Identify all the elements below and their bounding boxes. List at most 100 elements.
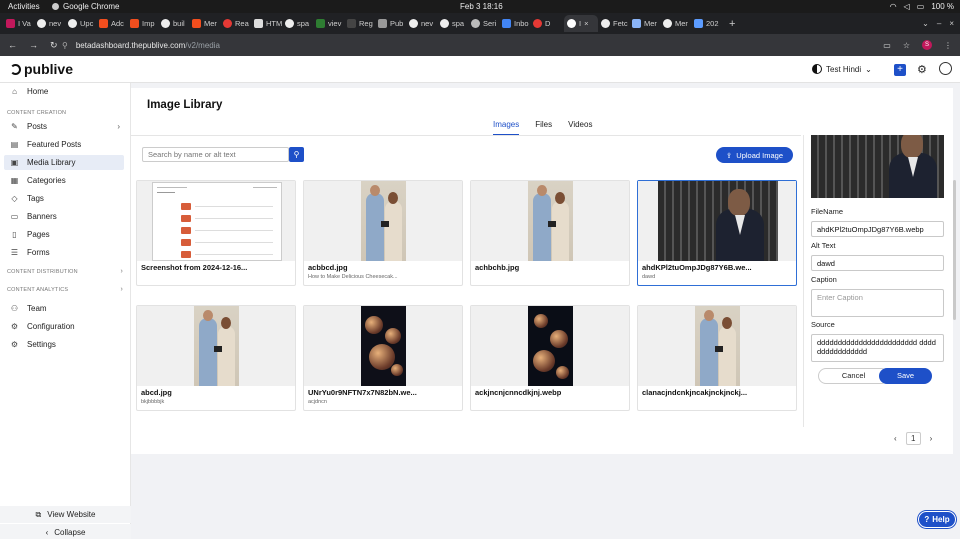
tab-label: Mer <box>204 19 217 28</box>
workspace-selector[interactable]: Test Hindi ⌄ <box>812 64 872 74</box>
clock[interactable]: Feb 3 18:16 <box>460 2 503 11</box>
active-app[interactable]: Google Chrome <box>52 2 119 11</box>
media-card[interactable]: clanacjndcnkjncakjnckjnckj... <box>637 305 797 411</box>
new-tab-button[interactable]: + <box>729 18 735 30</box>
browser-tab[interactable]: Mer <box>632 15 660 32</box>
browser-tab[interactable]: nev <box>409 15 437 32</box>
reload-icon[interactable]: ↻ <box>50 40 58 51</box>
help-button[interactable]: ? Help <box>918 511 956 528</box>
sidebar-item-posts[interactable]: ✎ Posts › <box>4 119 124 134</box>
sidebar-item-forms[interactable]: ☰ Forms <box>4 245 124 260</box>
menu-dots-icon[interactable]: ⋮ <box>944 41 952 50</box>
sidebar-item-media-library[interactable]: ▣ Media Library <box>4 155 124 170</box>
page-number[interactable]: 1 <box>905 432 921 445</box>
search-button[interactable]: ⚲ <box>289 147 304 162</box>
sidebar-item-pages[interactable]: ▯ Pages <box>4 227 124 242</box>
browser-tab-active[interactable]: I × <box>564 15 598 32</box>
browser-tab[interactable]: Rea <box>223 15 251 32</box>
sidebar-item-featured-posts[interactable]: ▤ Featured Posts <box>4 137 124 152</box>
site-info-icon[interactable]: ⚲ <box>62 41 68 50</box>
browser-tab[interactable]: I Va <box>6 15 34 32</box>
section-content-distribution[interactable]: CONTENT DISTRIBUTION › <box>7 268 125 275</box>
cast-icon[interactable]: ▭ <box>883 41 891 50</box>
browser-tab[interactable]: 202 <box>694 15 722 32</box>
forward-icon[interactable]: → <box>29 40 38 51</box>
sidebar-item-home[interactable]: ⌂ Home <box>4 84 124 99</box>
browser-tab[interactable]: Upc <box>68 15 96 32</box>
media-card[interactable]: abcd.jpg bkjbbbbjk <box>136 305 296 411</box>
browser-tab-strip: I Va nev Upc Adc Imp buil Mer Rea HTM sp… <box>0 13 960 34</box>
figma-icon <box>192 19 201 28</box>
media-card[interactable]: Screenshot from 2024-12-16... <box>136 180 296 286</box>
filename-field[interactable]: ahdKPl2tuOmpJDg87Y6B.webp <box>811 221 944 237</box>
tab-search-icon[interactable]: ⌄ <box>922 19 929 28</box>
caption-field[interactable]: Enter Caption <box>811 289 944 317</box>
url-field[interactable]: betadashboard.thepublive.com/v2/media <box>76 41 220 50</box>
section-content-analytics[interactable]: CONTENT ANALYTICS › <box>7 286 125 293</box>
media-card[interactable]: achbchb.jpg <box>470 180 630 286</box>
media-alt-text: acjdncn <box>308 399 327 405</box>
bookmark-star-icon[interactable]: ☆ <box>903 41 910 50</box>
browser-tab[interactable]: Reg <box>347 15 375 32</box>
media-tabs: Images Files Videos <box>493 120 592 136</box>
tab-favicon-icon <box>254 19 263 28</box>
source-field[interactable]: dddddddddddddddddddddddd ddddddddddddddd… <box>811 334 944 362</box>
browser-tab[interactable]: Pub <box>378 15 406 32</box>
browser-tab[interactable]: Fetc <box>601 15 629 32</box>
back-icon[interactable]: ← <box>8 40 17 51</box>
chevron-right-icon: › <box>120 286 123 293</box>
tab-videos[interactable]: Videos <box>568 120 592 136</box>
media-card[interactable]: ackjncnjcnncdkjnj.webp <box>470 305 630 411</box>
browser-tab[interactable]: spa <box>285 15 313 32</box>
external-link-icon: ⧉ <box>35 509 42 519</box>
browser-tab[interactable]: spa <box>440 15 468 32</box>
browser-tab[interactable]: Adc <box>99 15 127 32</box>
view-website-button[interactable]: ⧉ View Website <box>0 506 131 523</box>
browser-tab[interactable]: nev <box>37 15 65 32</box>
browser-tab[interactable]: Mer <box>663 15 691 32</box>
media-card[interactable]: UNrYu0r9NFTN7x7N82bN.we... acjdncn <box>303 305 463 411</box>
create-new-button[interactable]: + <box>894 64 906 76</box>
browser-tab[interactable]: buil <box>161 15 189 32</box>
next-page-icon[interactable]: › <box>930 434 933 443</box>
gear-icon[interactable]: ⚙ <box>917 63 927 76</box>
sidebar-item-label: Media Library <box>27 158 76 167</box>
publive-logo[interactable]: publive <box>10 61 73 77</box>
browser-tab[interactable]: D <box>533 15 561 32</box>
collapse-button[interactable]: ‹ Collapse <box>0 524 131 539</box>
save-button[interactable]: Save <box>879 368 932 384</box>
sidebar-item-banners[interactable]: ▭ Banners <box>4 209 124 224</box>
activities-button[interactable]: Activities <box>0 2 52 11</box>
media-card[interactable]: acbbcd.jpg How to Make Delicious Cheesec… <box>303 180 463 286</box>
sidebar-item-categories[interactable]: ▦ Categories <box>4 173 124 188</box>
profile-avatar[interactable]: S <box>922 40 932 50</box>
minimize-icon[interactable]: – <box>937 19 941 28</box>
media-card-selected[interactable]: ahdKPl2tuOmpJDg87Y6B.we... dawd <box>637 180 797 286</box>
close-window-icon[interactable]: × <box>949 19 954 28</box>
browser-tab[interactable]: Mer <box>192 15 220 32</box>
section-label: CONTENT ANALYTICS <box>7 287 69 293</box>
browser-tab[interactable]: Imp <box>130 15 158 32</box>
chevron-right-icon: › <box>117 122 120 131</box>
browser-tab[interactable]: Seri <box>471 15 499 32</box>
system-tray[interactable]: ◠ ◁ ▭ 100 % <box>890 2 954 11</box>
browser-tab[interactable]: HTM <box>254 15 282 32</box>
sidebar-item-settings[interactable]: ⚙ Settings <box>4 337 124 352</box>
alt-text-field[interactable]: dawd <box>811 255 944 271</box>
sidebar-item-configuration[interactable]: ⚙ Configuration <box>4 319 124 334</box>
tab-files[interactable]: Files <box>535 120 552 136</box>
details-scrollbar[interactable] <box>953 180 956 320</box>
sidebar-item-team[interactable]: ⚇ Team <box>4 301 124 316</box>
page-title: Image Library <box>147 99 223 111</box>
search-input[interactable] <box>142 147 289 162</box>
user-account-icon[interactable] <box>939 62 952 75</box>
tab-close-icon[interactable]: × <box>584 19 588 28</box>
tab-images[interactable]: Images <box>493 120 520 136</box>
browser-tab[interactable]: viev <box>316 15 344 32</box>
browser-tab[interactable]: Inbo <box>502 15 530 32</box>
sidebar-item-label: Banners <box>27 212 57 221</box>
prev-page-icon[interactable]: ‹ <box>894 434 897 443</box>
upload-image-button[interactable]: ⇪ Upload Image <box>716 147 793 163</box>
sidebar-item-tags[interactable]: ◇ Tags <box>4 191 124 206</box>
banner-icon: ▭ <box>10 212 19 221</box>
